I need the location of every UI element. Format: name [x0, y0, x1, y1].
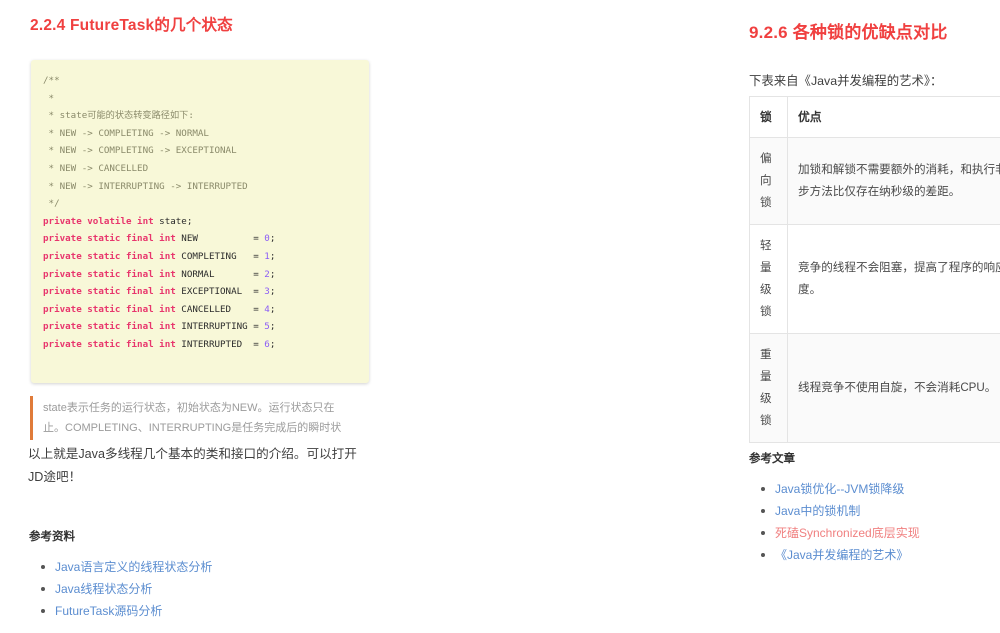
table-row: 重量级锁线程竞争不使用自旋，不会消耗CPU。线程阻塞，响应时间缓慢。追求吞吐量。… [750, 334, 1000, 443]
paragraph-summary: 以上就是Java多线程几个基本的类和接口的介绍。可以打开JD途吧！ [28, 443, 372, 489]
code-line: private static final int EXCEPTIONAL = 3… [43, 283, 369, 301]
code-token-kw: private static final int [43, 304, 176, 315]
code-line: * NEW -> COMPLETING -> EXCEPTIONAL [43, 142, 369, 160]
reference-right-link-0[interactable]: Java锁优化--JVM锁降级 [775, 482, 904, 496]
table-cell-pros: 竞争的线程不会阻塞，提高了程序的响应速度。 [788, 225, 1000, 334]
list-item: FutureTask源码分析 [55, 600, 359, 622]
code-token-kw: private static final int [43, 251, 176, 262]
code-line: * NEW -> COMPLETING -> NORMAL [43, 125, 369, 143]
code-token-id: COMPLETING = [176, 251, 265, 262]
references-left-heading: 参考资料 [29, 528, 359, 544]
code-token-cm: * [43, 93, 54, 104]
code-token-id: ; [270, 251, 276, 262]
code-token-cm: * NEW -> COMPLETING -> EXCEPTIONAL [43, 145, 237, 156]
table-header-row: 锁 优点 缺点 适用场景 [750, 97, 1000, 138]
code-token-id: CANCELLED = [176, 304, 265, 315]
code-token-id: state; [154, 216, 193, 227]
code-line: */ [43, 195, 369, 213]
code-token-kw: private volatile int [43, 216, 154, 227]
code-token-id: ; [270, 321, 276, 332]
table-body: 偏向锁加锁和解锁不需要额外的消耗，和执行非同步方法比仅存在纳秒级的差距。如果线程… [750, 138, 1000, 443]
list-item: Java线程状态分析 [55, 578, 359, 600]
references-left-list: Java语言定义的线程状态分析 Java线程状态分析 FutureTask源码分析 [29, 556, 359, 622]
code-token-id: ; [270, 339, 276, 350]
code-line: * NEW -> INTERRUPTING -> INTERRUPTED [43, 178, 369, 196]
blockquote-state-note: state表示任务的运行状态，初始状态为NEW。运行状态只在 止。COMPLET… [30, 396, 372, 440]
left-column: 2.2.4 FutureTask的几个状态 /** * * state可能的状态… [0, 0, 372, 633]
code-token-id: NORMAL = [176, 269, 265, 280]
page-title-lock-comparison: 9.2.6 各种锁的优缺点对比 [749, 22, 948, 44]
code-token-cm: * NEW -> INTERRUPTING -> INTERRUPTED [43, 181, 248, 192]
table-header-pros: 优点 [788, 97, 1000, 138]
blockquote-line-2: 止。COMPLETING、INTERRUPTING是任务完成后的瞬时状 [43, 418, 372, 438]
reference-left-link-1[interactable]: Java线程状态分析 [55, 582, 152, 596]
code-line: private volatile int state; [43, 213, 369, 231]
code-token-id: INTERRUPTED = [176, 339, 265, 350]
blockquote-line-1: state表示任务的运行状态，初始状态为NEW。运行状态只在 [43, 398, 372, 418]
reference-right-link-3[interactable]: 《Java并发编程的艺术》 [775, 548, 908, 562]
references-right: 参考文章 Java锁优化--JVM锁降级 Java中的锁机制死磕Synchroni… [749, 450, 1000, 566]
code-line: private static final int INTERRUPTED = 6… [43, 336, 369, 354]
code-token-cm: * state可能的状态转变路径如下: [43, 110, 194, 121]
reference-left-link-0[interactable]: Java语言定义的线程状态分析 [55, 560, 212, 574]
table-row: 偏向锁加锁和解锁不需要额外的消耗，和执行非同步方法比仅存在纳秒级的差距。如果线程… [750, 138, 1000, 225]
code-token-kw: private static final int [43, 233, 176, 244]
code-token-kw: private static final int [43, 286, 176, 297]
code-line: * [43, 90, 369, 108]
code-line: private static final int COMPLETING = 1; [43, 248, 369, 266]
article-page: 2.2.4 FutureTask的几个状态 /** * * state可能的状态… [0, 0, 1000, 633]
table-row: 轻量级锁竞争的线程不会阻塞，提高了程序的响应速度。如果始终得不到锁竞争的线程使用… [750, 225, 1000, 334]
page-title-futuretask: 2.2.4 FutureTask的几个状态 [30, 16, 233, 36]
right-heading-wrap: 9.2.6 各种锁的优缺点对比 [749, 22, 948, 44]
code-line: * state可能的状态转变路径如下: [43, 107, 369, 125]
code-line: private static final int CANCELLED = 4; [43, 301, 369, 319]
code-block-futuretask-states: /** * * state可能的状态转变路径如下: * NEW -> COMPL… [31, 60, 369, 383]
table-cell-lock-name: 偏向锁 [750, 138, 788, 225]
references-left: 参考资料 Java语言定义的线程状态分析 Java线程状态分析 FutureTask… [29, 528, 359, 622]
reference-right-link-2[interactable]: 死磕Synchronized底层实现 [775, 526, 920, 540]
reference-right-link-1[interactable]: Java中的锁机制 [775, 504, 860, 518]
code-token-cm: */ [43, 198, 60, 209]
right-column: 9.2.6 各种锁的优缺点对比 下表来自《Java并发编程的艺术》： 锁 优点 … [372, 0, 1000, 633]
reference-left-link-2[interactable]: FutureTask源码分析 [55, 604, 162, 618]
table-caption: 下表来自《Java并发编程的艺术》： [749, 71, 942, 91]
references-right-list: Java锁优化--JVM锁降级 Java中的锁机制死磕Synchronized底层… [749, 478, 1000, 566]
code-line: private static final int NEW = 0; [43, 230, 369, 248]
code-token-id: ; [270, 269, 276, 280]
list-item: 死磕Synchronized底层实现 [775, 522, 1000, 544]
code-token-id: ; [270, 286, 276, 297]
code-line: private static final int NORMAL = 2; [43, 266, 369, 284]
code-token-kw: private static final int [43, 321, 176, 332]
code-token-id: ; [270, 304, 276, 315]
code-token-id: NEW = [176, 233, 265, 244]
code-token-id: EXCEPTIONAL = [176, 286, 265, 297]
code-line: private static final int INTERRUPTING = … [43, 318, 369, 336]
table-cell-pros: 加锁和解锁不需要额外的消耗，和执行非同步方法比仅存在纳秒级的差距。 [788, 138, 1000, 225]
code-token-kw: private static final int [43, 269, 176, 280]
code-token-id: ; [270, 233, 276, 244]
list-item: Java中的锁机制 [775, 500, 1000, 522]
table-cell-lock-name: 轻量级锁 [750, 225, 788, 334]
table-head: 锁 优点 缺点 适用场景 [750, 97, 1000, 138]
references-right-heading: 参考文章 [749, 450, 1000, 466]
table-cell-lock-name: 重量级锁 [750, 334, 788, 443]
code-token-kw: private static final int [43, 339, 176, 350]
code-token-id: INTERRUPTING = [176, 321, 265, 332]
lock-comparison-table: 锁 优点 缺点 适用场景 偏向锁加锁和解锁不需要额外的消耗，和执行非同步方法比仅… [749, 96, 1000, 443]
code-line: /** [43, 72, 369, 90]
table-header-lock: 锁 [750, 97, 788, 138]
code-line: * NEW -> CANCELLED [43, 160, 369, 178]
list-item: Java语言定义的线程状态分析 [55, 556, 359, 578]
code-token-cm: /** [43, 75, 60, 86]
list-item: 《Java并发编程的艺术》 [775, 544, 1000, 566]
left-heading-wrap: 2.2.4 FutureTask的几个状态 [30, 16, 233, 36]
lock-comparison-table-wrap: 锁 优点 缺点 适用场景 偏向锁加锁和解锁不需要额外的消耗，和执行非同步方法比仅… [749, 96, 1000, 443]
table-cell-pros: 线程竞争不使用自旋，不会消耗CPU。 [788, 334, 1000, 443]
code-token-cm: * NEW -> COMPLETING -> NORMAL [43, 128, 209, 139]
list-item: Java锁优化--JVM锁降级 [775, 478, 1000, 500]
code-token-cm: * NEW -> CANCELLED [43, 163, 148, 174]
